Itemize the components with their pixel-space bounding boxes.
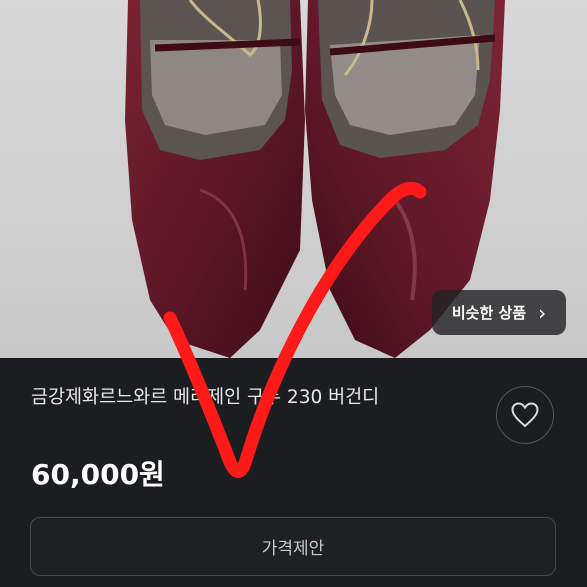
- chevron-right-icon: ›: [538, 300, 547, 325]
- favorite-button[interactable]: [496, 386, 554, 444]
- product-title: 금강제화르느와르 메리제인 구두 230 버건디: [31, 387, 380, 408]
- product-image[interactable]: 비슷한 상품 ›: [0, 0, 587, 360]
- similar-products-button[interactable]: 비슷한 상품 ›: [432, 290, 566, 335]
- product-info-panel: 금강제화르느와르 메리제인 구두 230 버건디 60,000원 가격제안: [0, 358, 587, 587]
- price-offer-button[interactable]: 가격제안: [30, 517, 556, 576]
- product-price: 60,000원: [31, 458, 165, 491]
- heart-icon: [511, 402, 539, 428]
- similar-products-label: 비슷한 상품: [451, 304, 527, 322]
